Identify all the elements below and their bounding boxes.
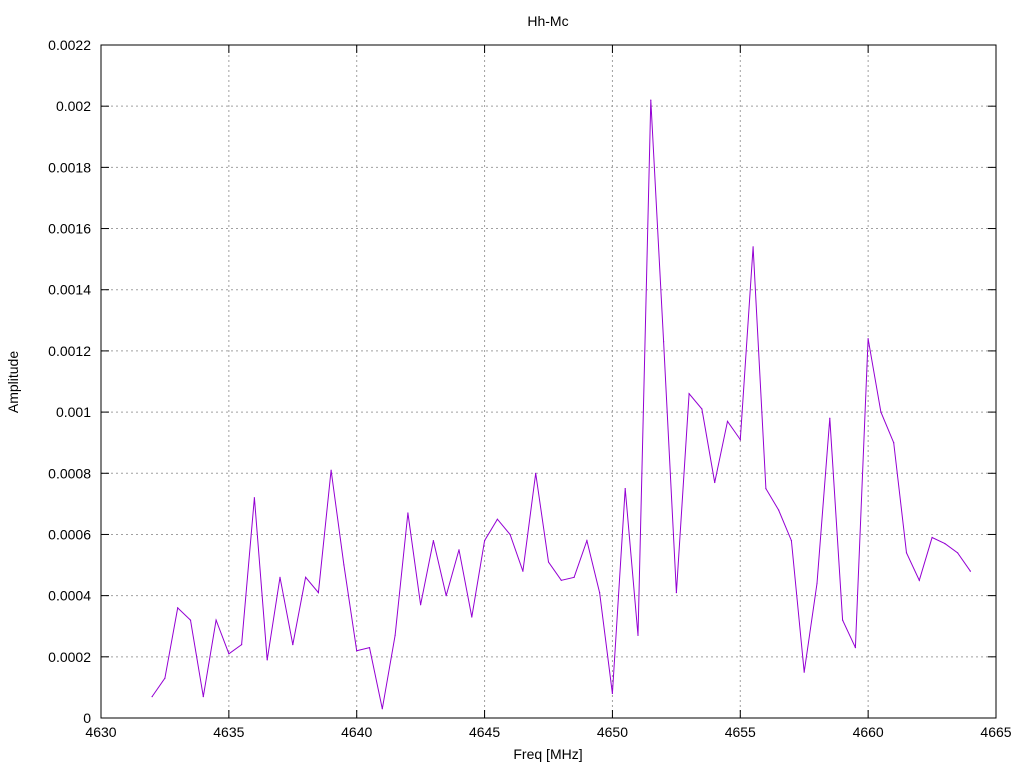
data-point [905, 552, 908, 554]
x-tick-label: 4665 [980, 724, 1011, 740]
data-point [535, 472, 537, 474]
data-point [957, 552, 959, 554]
y-tick-label: 0.002 [56, 98, 91, 114]
x-tick-label: 4630 [85, 724, 116, 740]
y-tick-label: 0.0004 [48, 588, 91, 604]
y-tick-label: 0.0014 [48, 282, 91, 298]
data-point [266, 659, 268, 661]
data-point [394, 634, 396, 637]
data-point [842, 619, 844, 621]
line-chart: 4630 4635 4640 4645 4650 4655 4660 4665 0 0.0002… [0, 0, 1024, 768]
data-point [931, 536, 933, 539]
data-point [701, 408, 703, 410]
data-point [893, 442, 895, 444]
data-point [445, 595, 447, 597]
y-tick-label: 0.0002 [48, 649, 91, 665]
data-point [867, 338, 869, 340]
data-point [381, 708, 383, 710]
data-point [368, 647, 371, 649]
data-point [458, 549, 460, 551]
data-point [547, 561, 550, 563]
y-tick-label: 0.001 [56, 404, 91, 420]
data-point [624, 488, 626, 490]
data-point [573, 576, 575, 578]
data-point [969, 570, 972, 572]
y-tick-label: 0.0006 [48, 526, 91, 542]
data-point [778, 509, 780, 511]
data-point [586, 540, 588, 542]
data-point [522, 570, 524, 572]
data-point [420, 604, 422, 606]
data-point [790, 540, 793, 542]
data-point [407, 512, 409, 514]
data-point [330, 469, 332, 471]
data-point [599, 592, 601, 594]
chart-title: Hh-Mc [527, 13, 568, 29]
data-point [611, 692, 614, 695]
data-point [688, 393, 690, 395]
x-tick-label: 4650 [597, 724, 628, 740]
data-point [944, 543, 946, 545]
data-point [356, 650, 358, 652]
data-point [854, 647, 857, 649]
x-tick-label: 4635 [213, 724, 244, 740]
data-point [317, 592, 319, 594]
data-point [637, 634, 639, 637]
data-point [202, 696, 204, 698]
y-tick-label: 0 [83, 710, 91, 726]
data-point [726, 420, 729, 422]
data-point [292, 644, 294, 646]
data-point [151, 696, 153, 698]
data-point [714, 481, 716, 484]
data-point [496, 518, 498, 520]
data-point [880, 411, 882, 413]
chart-background [0, 0, 1024, 768]
data-point [918, 579, 920, 581]
data-point [343, 564, 345, 566]
data-point [215, 619, 217, 621]
data-point [164, 677, 166, 679]
y-tick-label: 0.0018 [48, 159, 91, 175]
x-tick-label: 4660 [853, 724, 884, 740]
data-point [752, 246, 754, 248]
data-point [829, 417, 831, 419]
data-point [650, 99, 652, 101]
data-point [509, 533, 511, 536]
data-point [241, 644, 243, 646]
data-point [765, 488, 767, 490]
y-tick-label: 0.0012 [48, 343, 91, 359]
y-tick-label: 0.0022 [48, 37, 91, 53]
y-tick-label: 0.0016 [48, 221, 91, 237]
x-axis-label: Freq [MHz] [513, 746, 582, 762]
y-axis-label: Amplitude [5, 351, 21, 413]
data-point [675, 592, 678, 594]
data-point [816, 582, 818, 585]
y-tick-label: 0.0008 [48, 465, 91, 481]
data-point [484, 540, 486, 542]
x-tick-label: 4645 [469, 724, 500, 740]
data-point [253, 497, 255, 499]
data-point [663, 341, 665, 343]
data-point [228, 653, 230, 655]
x-tick-label: 4640 [341, 724, 372, 740]
data-point [471, 616, 473, 618]
data-point [803, 671, 805, 673]
data-point [279, 576, 281, 578]
data-point [739, 439, 741, 441]
data-point [177, 607, 179, 609]
x-tick-label: 4655 [725, 724, 756, 740]
data-point [432, 540, 434, 542]
data-point [560, 579, 562, 581]
data-point [189, 619, 192, 621]
data-point [305, 576, 307, 578]
